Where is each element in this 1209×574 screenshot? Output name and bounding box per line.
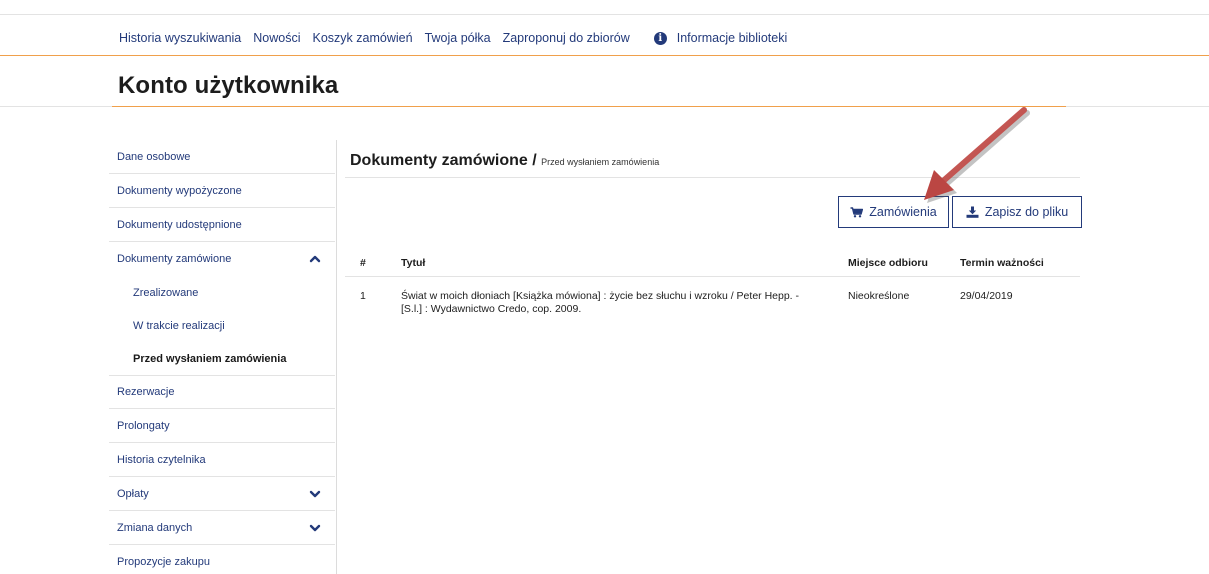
sidebar-item-reader-history[interactable]: Historia czytelnika (109, 443, 335, 477)
column-header-expiry: Termin ważności (960, 257, 1044, 269)
orders-button-label: Zamówienia (869, 205, 937, 219)
nav-divider (0, 55, 1209, 56)
nav-link-library-info[interactable]: i Informacje biblioteki (653, 31, 788, 45)
sidebar-item-reservations[interactable]: Rezerwacje (109, 375, 335, 409)
info-circle-icon: i (653, 31, 667, 45)
sidebar-item-change-data[interactable]: Zmiana danych (109, 511, 335, 545)
row-title-line-2: [S.l.] : Wydawnictwo Credo, cop. 2009. (401, 303, 582, 315)
title-divider-orange (112, 106, 1066, 107)
chevron-down-icon[interactable] (309, 488, 321, 500)
sidebar-item-label: Dokumenty zamówione (117, 253, 232, 265)
download-icon (966, 206, 979, 218)
chevron-down-icon[interactable] (309, 522, 321, 534)
section-subtitle: Przed wysłaniem zamówienia (541, 157, 660, 167)
column-header-title: Tytuł (401, 257, 426, 269)
row-title-line-1: Świat w moich dłoniach [Książka mówiona]… (401, 290, 800, 302)
sidebar-item-label: Opłaty (117, 487, 149, 500)
top-navigation: Historia wyszukiwania Nowości Koszyk zam… (119, 30, 787, 46)
nav-link-suggest-acquisition[interactable]: Zaproponuj do zbiorów (503, 31, 630, 45)
sidebar-item-purchase-proposals[interactable]: Propozycje zakupu (109, 545, 335, 574)
sidebar-item-label: Dane osobowe (117, 150, 191, 163)
sidebar-subitem-completed[interactable]: Zrealizowane (109, 276, 335, 309)
sidebar-item-label: Dokumenty wypożyczone (117, 184, 242, 197)
row-expiry-date: 29/04/2019 (960, 290, 1013, 302)
sidebar-subitem-in-progress[interactable]: W trakcie realizacji (109, 309, 335, 342)
section-title: Dokumenty zamówione / (350, 152, 537, 169)
column-header-number: # (360, 257, 366, 269)
sidebar-item-borrowed[interactable]: Dokumenty wypożyczone (109, 174, 335, 208)
sidebar-divider (336, 140, 337, 574)
save-to-file-button[interactable]: Zapisz do pliku (952, 196, 1082, 228)
sidebar-subitem-before-sending[interactable]: Przed wysłaniem zamówienia (109, 342, 335, 375)
sidebar-item-shared[interactable]: Dokumenty udostępnione (109, 208, 335, 242)
sidebar-item-personal-data[interactable]: Dane osobowe (109, 140, 335, 174)
sidebar-item-ordered[interactable]: Dokumenty zamówione (109, 242, 335, 276)
sidebar-item-fees[interactable]: Opłaty (109, 477, 335, 511)
section-heading: Dokumenty zamówione / Przed wysłaniem za… (350, 152, 659, 170)
nav-link-your-shelf[interactable]: Twoja półka (425, 31, 491, 45)
sidebar-item-label: Zmiana danych (117, 521, 193, 534)
top-divider (0, 14, 1209, 15)
nav-link-library-info-label: Informacje biblioteki (676, 31, 788, 45)
nav-link-order-basket[interactable]: Koszyk zamówień (313, 31, 413, 45)
sidebar-item-label: Rezerwacje (117, 386, 175, 398)
page-title: Konto użytkownika (118, 72, 339, 99)
sidebar-item-label: Historia czytelnika (117, 453, 206, 466)
nav-link-new-items[interactable]: Nowości (253, 31, 300, 45)
chevron-up-icon[interactable] (309, 253, 321, 265)
account-sidebar: Dane osobowe Dokumenty wypożyczone Dokum… (109, 140, 337, 574)
nav-link-search-history[interactable]: Historia wyszukiwania (119, 31, 241, 45)
save-to-file-button-label: Zapisz do pliku (984, 205, 1069, 219)
sidebar-item-label: Prolongaty (117, 419, 170, 432)
orders-button[interactable]: Zamówienia (838, 196, 949, 228)
table-header-divider (345, 276, 1080, 277)
shopping-cart-icon (850, 206, 864, 217)
heading-divider (345, 177, 1080, 178)
column-header-pickup: Miejsce odbioru (848, 257, 928, 269)
row-pickup-place: Nieokreślone (848, 290, 910, 302)
sidebar-item-label: Propozycje zakupu (117, 556, 210, 568)
row-number: 1 (360, 290, 366, 302)
sidebar-item-label: Dokumenty udostępnione (117, 218, 242, 231)
sidebar-item-renewals[interactable]: Prolongaty (109, 409, 335, 443)
